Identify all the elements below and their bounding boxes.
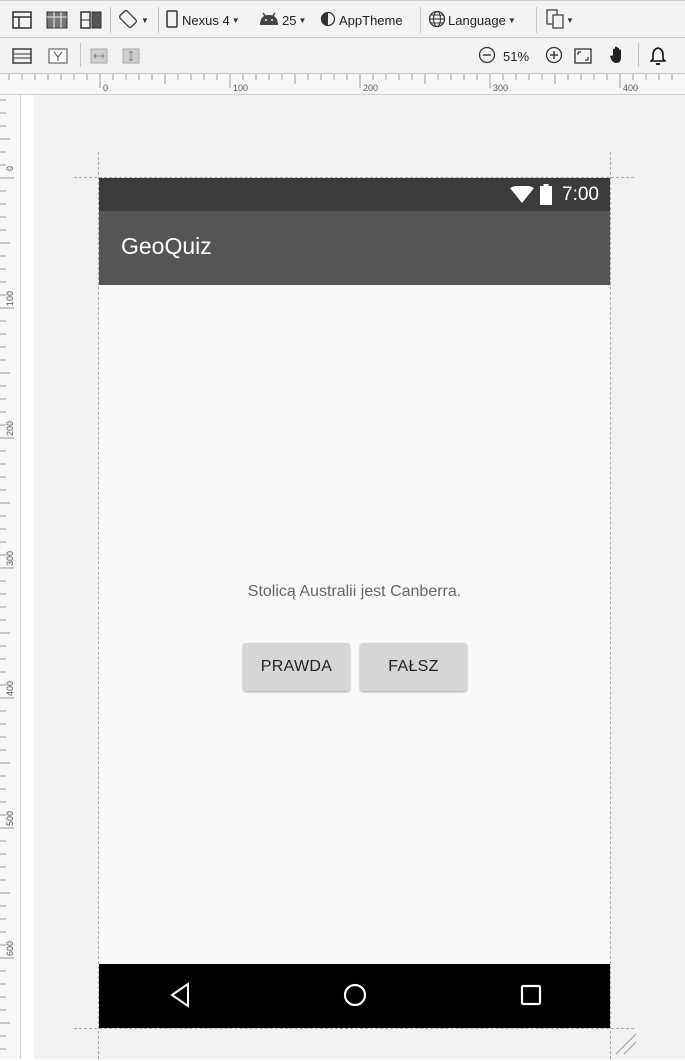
ruler-label: 400	[623, 83, 639, 93]
ruler-label: 400	[5, 680, 15, 696]
ruler-label: 200	[363, 83, 379, 93]
ruler-label: 0	[103, 83, 109, 93]
device-dropdown[interactable]: Nexus 4 ▼	[166, 8, 240, 32]
ruler-label: 300	[493, 83, 509, 93]
layout-variants-icon	[546, 8, 564, 32]
expand-horizontal-icon[interactable]	[90, 44, 108, 68]
app-bar: GeoQuiz	[99, 211, 610, 285]
device-frame-guide	[74, 1028, 634, 1029]
chevron-down-icon: ▼	[231, 15, 240, 25]
zoom-out-icon	[478, 46, 496, 67]
api-level-dropdown[interactable]: 25 ▼	[258, 8, 306, 32]
back-icon[interactable]	[169, 982, 191, 1013]
ruler-label: 100	[5, 290, 15, 306]
true-button[interactable]: PRAWDA	[243, 643, 350, 691]
vertical-ruler: 0 100 200 300 400 500 600	[0, 95, 21, 1059]
navigation-bar	[99, 964, 610, 1028]
device-preview: 7:00 GeoQuiz Stolicą Australii jest Canb…	[99, 178, 610, 1028]
android-icon	[258, 12, 280, 29]
wifi-icon	[510, 185, 534, 209]
ruler-label: 600	[5, 940, 15, 956]
question-text: Stolicą Australii jest Canberra.	[247, 583, 462, 600]
chevron-down-icon: ▼	[298, 15, 307, 25]
ruler-label: 500	[5, 810, 15, 826]
status-bar: 7:00	[99, 178, 610, 211]
ruler-label: 300	[5, 550, 15, 566]
chevron-down-icon: ▼	[507, 15, 516, 25]
status-time: 7:00	[562, 184, 599, 205]
pan-hand-icon[interactable]	[608, 43, 628, 67]
zoom-out-button[interactable]	[478, 44, 496, 68]
show-layout-decorations-icon[interactable]	[12, 44, 32, 68]
blueprint-mode-icon[interactable]	[46, 8, 68, 32]
zoom-to-fit-icon[interactable]	[574, 44, 592, 68]
globe-icon	[428, 10, 446, 31]
false-button[interactable]: FAŁSZ	[360, 643, 467, 691]
home-icon[interactable]	[343, 983, 367, 1012]
layout-editor-toolbar-secondary: 51%	[0, 38, 685, 74]
chevron-down-icon: ▼	[141, 15, 149, 25]
ruler-label: 100	[233, 83, 249, 93]
layout-editor-toolbar-primary: ▼ Nexus 4 ▼ 25 ▼ AppTheme Language ▼ ▼	[0, 0, 685, 38]
zoom-level: 51%	[503, 48, 530, 64]
theme-icon	[320, 11, 336, 30]
expand-vertical-icon[interactable]	[122, 44, 140, 68]
language-dropdown[interactable]: Language ▼	[428, 8, 516, 32]
rotate-device-icon	[117, 9, 139, 32]
chevron-down-icon: ▼	[566, 15, 574, 25]
ruler-label: 200	[5, 420, 15, 436]
device-label: Nexus 4	[182, 12, 230, 28]
theme-label: AppTheme	[339, 12, 403, 28]
theme-selector[interactable]: AppTheme	[320, 8, 403, 32]
horizontal-ruler: 0 100 200 300 400	[0, 74, 685, 95]
recents-icon[interactable]	[520, 984, 542, 1011]
phone-icon	[166, 9, 178, 31]
zoom-in-button[interactable]	[545, 44, 563, 68]
language-label: Language	[448, 12, 506, 28]
device-frame-guide	[610, 152, 611, 1059]
ruler-label: 0	[5, 165, 15, 171]
orientation-dropdown[interactable]: ▼	[117, 8, 149, 32]
battery-icon	[540, 184, 552, 210]
design-blueprint-split-icon[interactable]	[80, 8, 102, 32]
resize-handle-icon[interactable]	[612, 1030, 638, 1061]
app-title: GeoQuiz	[121, 233, 212, 259]
design-surface-icon[interactable]	[12, 8, 32, 32]
notification-bell-icon[interactable]	[650, 44, 666, 68]
autoconnect-icon[interactable]	[48, 44, 68, 68]
layout-variants-dropdown[interactable]: ▼	[546, 8, 574, 32]
api-level-label: 25	[282, 12, 297, 28]
zoom-in-icon	[545, 46, 563, 67]
